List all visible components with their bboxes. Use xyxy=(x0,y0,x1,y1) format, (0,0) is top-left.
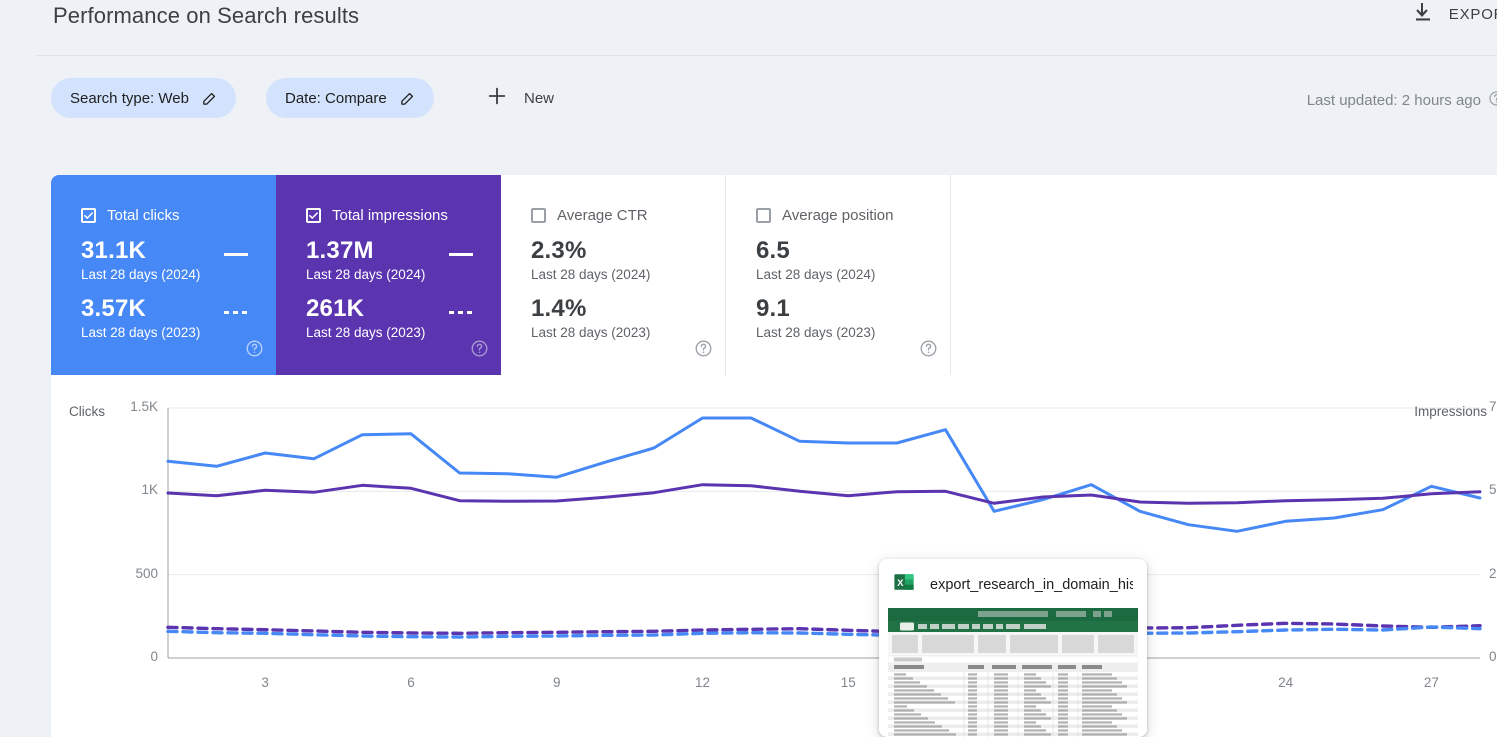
metric-name: Total clicks xyxy=(107,207,180,224)
metric-tiles: Total clicks 31.1K Last 28 days (2024) 3… xyxy=(51,175,951,375)
legend-line-dashed xyxy=(224,311,248,314)
performance-panel: Total clicks 31.1K Last 28 days (2024) 3… xyxy=(51,175,1497,737)
y-axis-right-tick: 75K xyxy=(1489,399,1497,414)
last-updated-status: Last updated: 2 hours ago xyxy=(1307,90,1497,111)
x-axis-tick: 24 xyxy=(1278,675,1294,690)
metric-value-previous: 9.1 xyxy=(756,295,790,322)
metric-tile-header: Total clicks xyxy=(81,207,276,224)
metric-name: Average position xyxy=(782,207,894,224)
x-axis-tick: 3 xyxy=(261,675,269,690)
metric-period-previous: Last 28 days (2023) xyxy=(306,325,426,340)
legend-line-dashed xyxy=(449,311,473,314)
metric-period-previous: Last 28 days (2023) xyxy=(756,325,876,340)
metric-period-current: Last 28 days (2024) xyxy=(81,267,201,282)
checkbox-unchecked-icon[interactable] xyxy=(531,208,546,223)
export-label: EXPORT xyxy=(1448,6,1497,23)
x-axis-tick: 6 xyxy=(407,675,415,690)
legend-line-solid xyxy=(224,253,248,256)
chart-series-0 xyxy=(166,416,1482,533)
metric-value-previous: 1.4% xyxy=(531,295,587,322)
chart-series-1 xyxy=(166,483,1482,505)
metric-tile-header: Average position xyxy=(756,207,950,224)
y-axis-left-tick: 0 xyxy=(150,649,158,664)
help-circle-icon[interactable] xyxy=(919,339,938,363)
metric-value-current: 1.37M xyxy=(306,237,374,264)
page-title: Performance on Search results xyxy=(53,3,360,28)
excel-icon: X xyxy=(893,571,915,598)
filter-chip-label: Date: Compare xyxy=(285,89,387,107)
x-axis-tick: 27 xyxy=(1423,675,1439,690)
help-circle-icon[interactable] xyxy=(694,339,713,363)
last-updated-label: Last updated: 2 hours ago xyxy=(1306,92,1481,109)
metric-value-previous: 261K xyxy=(306,295,365,322)
metric-name: Average CTR xyxy=(557,207,648,224)
filter-chip-search-type[interactable]: Search type: Web xyxy=(51,78,236,118)
add-new-filter-label: New xyxy=(524,89,555,107)
help-circle-icon[interactable] xyxy=(470,339,489,363)
y-axis-left-tick: 1K xyxy=(141,482,158,498)
metric-period-current: Last 28 days (2024) xyxy=(306,267,426,282)
performance-chart[interactable]: Clicks Impressions 05001K1.5K025K50K75K3… xyxy=(51,375,1497,737)
filter-chip-label: Search type: Web xyxy=(70,89,189,107)
x-axis-tick: 12 xyxy=(695,675,711,690)
y-axis-right-tick: 0 xyxy=(1489,649,1497,664)
add-new-filter-button[interactable]: New xyxy=(474,78,566,118)
filter-bar: Search type: Web Date: Compare New Last … xyxy=(0,56,1497,136)
y-axis-right-tick: 25K xyxy=(1489,565,1497,581)
metric-period-previous: Last 28 days (2023) xyxy=(531,325,651,340)
file-thumbnail xyxy=(888,608,1138,737)
download-icon xyxy=(1411,0,1435,29)
metric-period-previous: Last 28 days (2023) xyxy=(81,325,201,340)
pencil-icon[interactable] xyxy=(399,90,416,107)
y-axis-right-title: Impressions xyxy=(1414,404,1487,419)
y-axis-left-tick: 500 xyxy=(135,565,158,581)
help-circle-icon[interactable] xyxy=(245,339,264,363)
metric-period-current: Last 28 days (2024) xyxy=(531,267,651,282)
metric-tile-average-position[interactable]: Average position 6.5 Last 28 days (2024)… xyxy=(726,175,951,375)
y-axis-right-tick: 50K xyxy=(1489,482,1497,498)
pencil-icon[interactable] xyxy=(201,90,218,107)
y-axis-left-tick: 1.5K xyxy=(130,399,158,414)
metric-tile-total-impressions[interactable]: Total impressions 1.37M Last 28 days (20… xyxy=(276,175,501,375)
file-card-header: X export_research_in_domain_hist... xyxy=(879,559,1147,608)
metric-tile-header: Total impressions xyxy=(306,207,501,224)
checkbox-unchecked-icon[interactable] xyxy=(756,208,771,223)
metric-period-current: Last 28 days (2024) xyxy=(756,267,876,282)
metric-value-current: 6.5 xyxy=(756,237,790,264)
file-download-card[interactable]: X export_research_in_domain_hist... xyxy=(879,559,1147,737)
metric-value-current: 31.1K xyxy=(81,237,147,264)
x-axis-tick: 15 xyxy=(840,675,856,690)
file-name: export_research_in_domain_hist... xyxy=(930,576,1133,593)
page-header: Performance on Search results EXPORT xyxy=(0,0,1497,56)
help-circle-icon[interactable] xyxy=(1488,90,1497,111)
metric-tile-total-clicks[interactable]: Total clicks 31.1K Last 28 days (2024) 3… xyxy=(51,175,276,375)
metric-value-current: 2.3% xyxy=(531,237,587,264)
x-axis-tick: 9 xyxy=(552,675,561,690)
checkbox-checked-icon[interactable] xyxy=(81,208,96,223)
checkbox-checked-icon[interactable] xyxy=(306,208,321,223)
chart-series-2 xyxy=(166,621,1482,635)
plus-icon xyxy=(486,85,508,112)
filter-chip-date[interactable]: Date: Compare xyxy=(266,78,434,118)
metric-name: Total impressions xyxy=(332,207,448,224)
export-button[interactable]: EXPORT xyxy=(1411,0,1497,29)
svg-text:X: X xyxy=(897,578,904,589)
legend-line-solid xyxy=(449,253,473,256)
metric-tile-average-ctr[interactable]: Average CTR 2.3% Last 28 days (2024) 1.4… xyxy=(501,175,726,375)
metric-value-previous: 3.57K xyxy=(81,295,147,322)
metric-tile-header: Average CTR xyxy=(531,207,725,224)
